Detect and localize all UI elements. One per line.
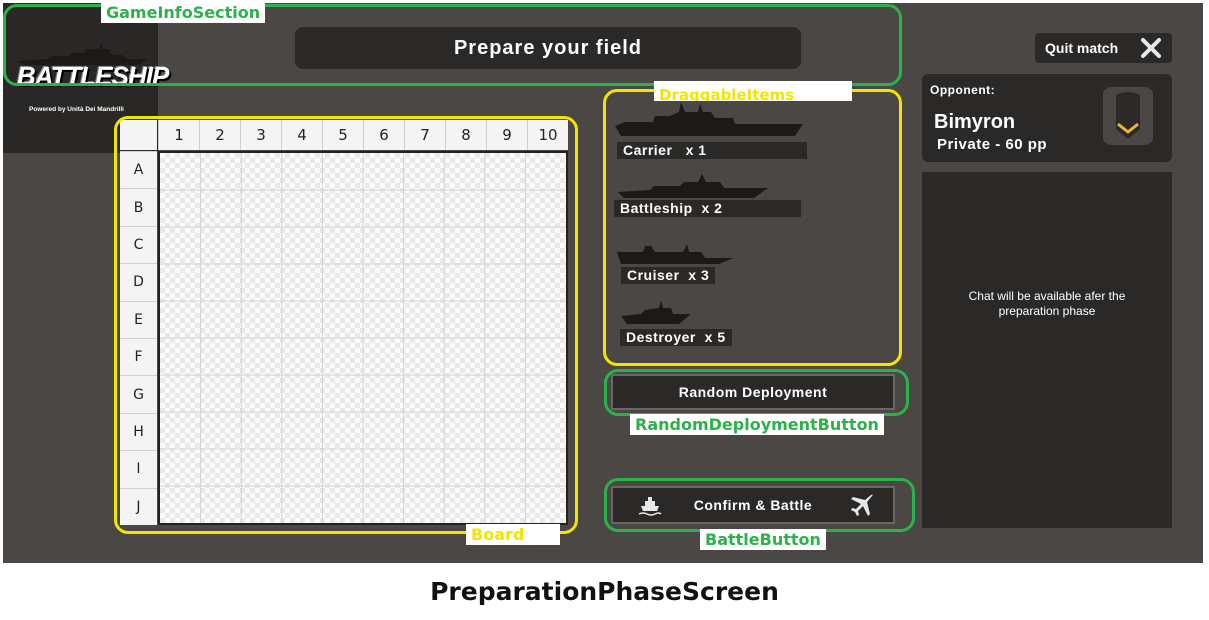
annotation-battle-button (604, 478, 915, 532)
opponent-rank: Private - 60 pp (937, 136, 1048, 153)
annotation-label-game-info-section: GameInfoSection (101, 2, 266, 23)
quit-match-label: Quit match (1045, 40, 1119, 56)
annotation-label-random-deployment-button: RandomDeploymentButton (630, 414, 884, 435)
chat-unavailable-message: Chat will be available afer the preparat… (968, 289, 1126, 318)
annotation-random-deployment-button (604, 369, 909, 416)
screen-caption: PreparationPhaseScreen (430, 577, 779, 606)
rank-badge (1103, 87, 1153, 145)
opponent-card: Opponent: Bimyron Private - 60 pp (922, 74, 1172, 162)
close-icon (1141, 38, 1161, 58)
quit-match-button[interactable]: Quit match (1035, 33, 1172, 63)
annotation-draggable-items (603, 89, 902, 366)
annotation-label-draggable-items: DraggableItems (654, 81, 852, 101)
annotation-board (114, 116, 578, 534)
chat-panel: Chat will be available afer the preparat… (922, 172, 1172, 528)
rank-chevron-icon (1116, 92, 1140, 139)
annotation-label-board: Board (466, 524, 560, 545)
annotation-label-battle-button: BattleButton (700, 529, 826, 550)
opponent-label: Opponent: (930, 83, 996, 97)
opponent-name: Bimyron (934, 111, 1016, 133)
powered-by-text: Powered by Unità Dei Mandrilli (29, 106, 124, 113)
